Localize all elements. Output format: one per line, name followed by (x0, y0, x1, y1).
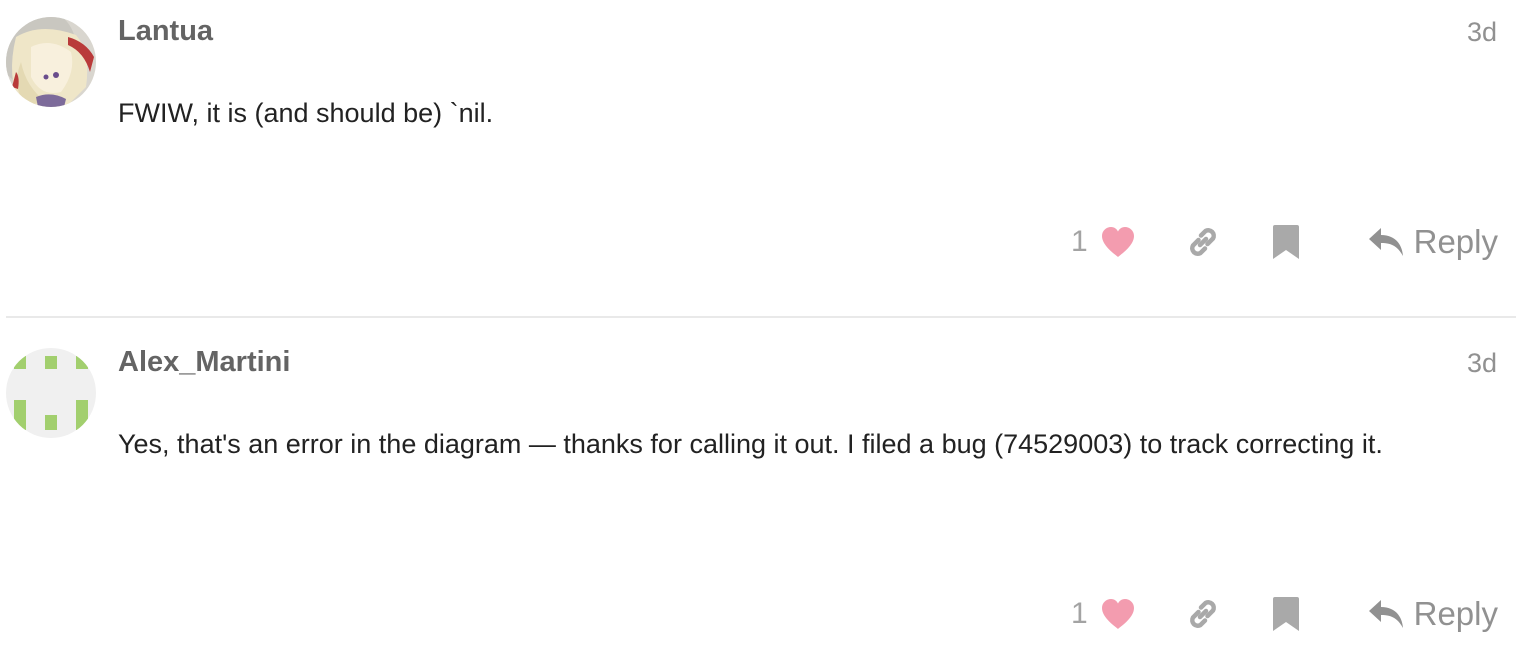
avatar[interactable] (6, 348, 96, 438)
identicon-avatar (6, 348, 96, 438)
post-alex-martini: Alex_Martini 3d Yes, that's an error in … (0, 318, 1516, 670)
bookmark-icon (1272, 597, 1299, 631)
username[interactable]: Alex_Martini (118, 348, 290, 377)
like-button[interactable] (1100, 598, 1136, 630)
post-lantua: Lantua 3d FWIW, it is (and should be) `n… (0, 0, 1516, 318)
like-count[interactable]: 1 (1071, 225, 1088, 259)
post-actions: 1 Reply (1071, 590, 1498, 638)
like-count[interactable]: 1 (1071, 597, 1088, 631)
reply-arrow-icon (1368, 600, 1403, 628)
share-link-button[interactable] (1186, 225, 1220, 259)
post-body: FWIW, it is (and should be) `nil. (118, 98, 494, 128)
heart-icon (1101, 227, 1134, 257)
share-link-button[interactable] (1186, 597, 1220, 631)
reply-button[interactable]: Reply (1368, 595, 1498, 633)
reply-button[interactable]: Reply (1368, 223, 1498, 261)
reply-label: Reply (1413, 223, 1498, 260)
reply-label: Reply (1413, 595, 1498, 632)
avatar[interactable] (6, 17, 96, 107)
bookmark-icon (1272, 225, 1299, 259)
reply-arrow-icon (1368, 228, 1403, 256)
post-body: Yes, that's an error in the diagram — th… (118, 429, 1383, 459)
heart-icon (1101, 599, 1134, 629)
bookmark-button[interactable] (1272, 597, 1300, 631)
link-icon (1189, 600, 1216, 628)
username[interactable]: Lantua (118, 17, 213, 46)
like-button[interactable] (1100, 226, 1136, 258)
anime-avatar-image (6, 17, 96, 107)
post-date[interactable]: 3d (1467, 350, 1497, 377)
link-icon (1189, 228, 1216, 256)
post-actions: 1 Reply (1071, 218, 1498, 266)
bookmark-button[interactable] (1272, 225, 1300, 259)
like-group: 1 (1071, 225, 1136, 259)
like-group: 1 (1071, 597, 1136, 631)
post-date[interactable]: 3d (1467, 19, 1497, 46)
